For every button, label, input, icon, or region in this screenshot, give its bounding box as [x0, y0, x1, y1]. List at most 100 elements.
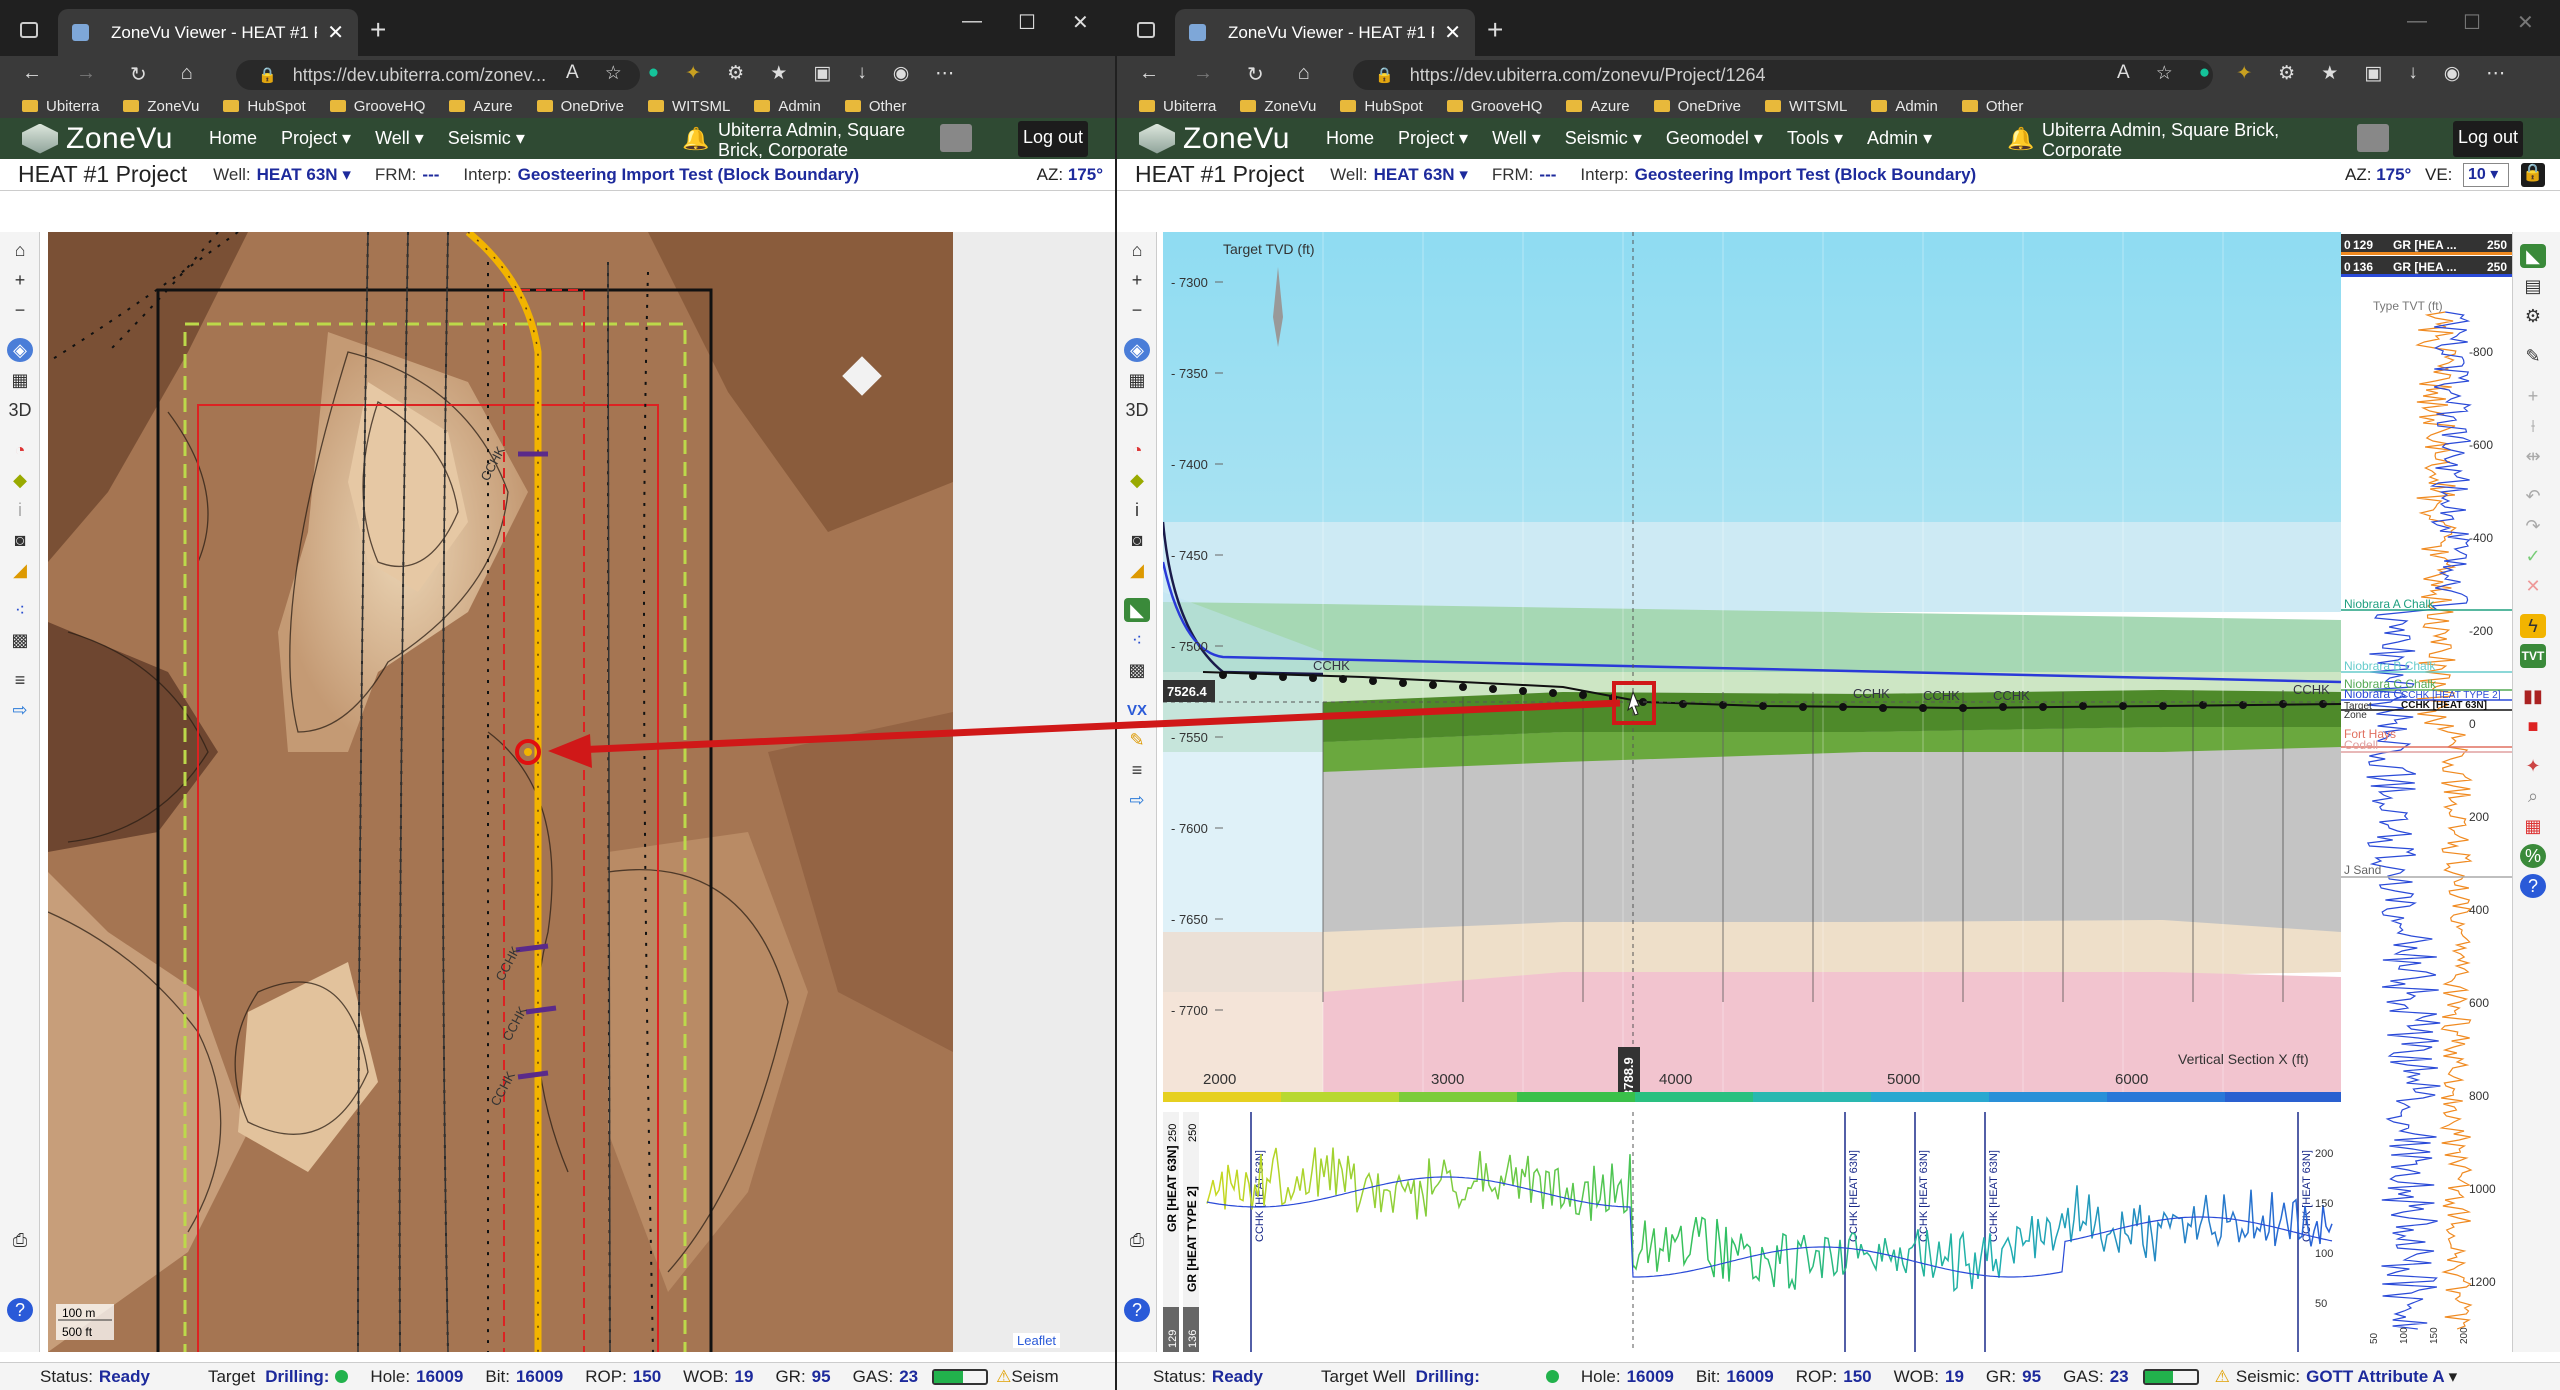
zoom-in-icon[interactable]: +: [7, 268, 33, 292]
user-name[interactable]: Ubiterra Admin, Square Brick, Corporate: [718, 120, 918, 158]
back-icon[interactable]: ←: [22, 62, 42, 87]
measure-icon[interactable]: ◔: [7, 438, 33, 462]
nav-project[interactable]: Project ▾: [1398, 128, 1468, 149]
favorite-icon[interactable]: ☆: [605, 62, 622, 85]
add-icon[interactable]: +: [2520, 384, 2546, 408]
palette-icon[interactable]: ▦: [2520, 814, 2546, 838]
favorite-icon[interactable]: ☆: [2156, 62, 2173, 85]
extension-icon[interactable]: ✦: [685, 62, 701, 85]
close-tab-icon[interactable]: ✕: [327, 20, 344, 45]
leaflet-attribution[interactable]: Leaflet: [1013, 1333, 1061, 1348]
refresh-icon[interactable]: ↻: [1247, 62, 1264, 87]
bookmark-item[interactable]: Admin: [754, 98, 821, 115]
home-view-icon[interactable]: ⌂: [7, 238, 33, 262]
favorites-bar-icon[interactable]: ★: [770, 62, 787, 85]
well-select[interactable]: HEAT 63N ▾: [1374, 165, 1468, 185]
nav-home[interactable]: Home: [1326, 128, 1374, 149]
more-icon[interactable]: ⋯: [2486, 62, 2505, 85]
help-icon[interactable]: ?: [2520, 874, 2546, 898]
bookmark-item[interactable]: OneDrive: [536, 98, 624, 115]
avatar[interactable]: [940, 124, 972, 152]
favorites-bar-icon[interactable]: ★: [2321, 62, 2338, 85]
gear-icon[interactable]: ⚙: [2520, 304, 2546, 328]
bars-icon[interactable]: ▮▮: [2520, 684, 2546, 708]
chevron-down-icon[interactable]: ▾: [2449, 1367, 2458, 1387]
back-icon[interactable]: ←: [1139, 62, 1159, 87]
bookmark-item[interactable]: Ubiterra: [22, 98, 99, 115]
downloads-icon[interactable]: ↓: [2408, 62, 2418, 85]
info-icon[interactable]: i: [7, 498, 33, 522]
zonevu-logo[interactable]: ZoneVu: [1139, 122, 1290, 156]
grammarly-icon[interactable]: ●: [648, 62, 659, 85]
home-view-icon[interactable]: ⌂: [1124, 238, 1150, 262]
more-icon[interactable]: ⋯: [935, 62, 954, 85]
nav-geomodel[interactable]: Geomodel ▾: [1666, 128, 1763, 149]
help-icon[interactable]: ?: [7, 1298, 33, 1322]
bookmark-item[interactable]: OneDrive: [1653, 98, 1741, 115]
list-icon[interactable]: ≡: [7, 668, 33, 692]
lightning-icon[interactable]: ϟ: [2520, 614, 2546, 638]
check-icon[interactable]: ✓: [2520, 544, 2546, 568]
zoom-in-icon[interactable]: +: [1124, 268, 1150, 292]
measure-icon[interactable]: ◔: [1124, 438, 1150, 462]
logout-button[interactable]: Log out: [2453, 121, 2523, 157]
nav-well[interactable]: Well ▾: [1492, 128, 1541, 149]
stop-icon[interactable]: ■: [2520, 714, 2546, 738]
wells-icon[interactable]: ⁖: [1124, 628, 1150, 652]
ruler-icon[interactable]: ◢: [1124, 558, 1150, 582]
bookmark-item[interactable]: Azure: [1566, 98, 1630, 115]
document-icon[interactable]: ▤: [2520, 274, 2546, 298]
cancel-icon[interactable]: ✕: [2520, 574, 2546, 598]
bookmark-item[interactable]: HubSpot: [1340, 98, 1423, 115]
map-view[interactable]: CCHK CCHK CCHK CCHK 100 m 500 ft: [48, 232, 953, 1352]
merge-icon[interactable]: ⇹: [2520, 444, 2546, 468]
notification-icon[interactable]: 🔔: [682, 126, 709, 152]
extension-icon[interactable]: ✦: [2236, 62, 2252, 85]
lock-view-icon[interactable]: 🔒: [2521, 163, 2545, 187]
bookmark-item[interactable]: ZoneVu: [123, 98, 199, 115]
nav-well[interactable]: Well ▾: [375, 128, 424, 149]
help-icon[interactable]: ?: [1124, 1298, 1150, 1322]
minimize-icon[interactable]: —: [2407, 10, 2427, 35]
layers-icon[interactable]: ◆: [1124, 468, 1150, 492]
new-tab-button[interactable]: +: [370, 14, 386, 46]
vx-icon[interactable]: VX: [1124, 698, 1150, 722]
bookmark-item[interactable]: GrooveHQ: [329, 98, 425, 115]
bookmark-item[interactable]: WITSML: [1764, 98, 1847, 115]
bookmark-item[interactable]: Admin: [1871, 98, 1938, 115]
ve-select[interactable]: 10 ▾: [2463, 163, 2509, 187]
grid-icon[interactable]: ▦: [1124, 368, 1150, 392]
export-icon[interactable]: ⇨: [1124, 788, 1150, 812]
bookmark-item[interactable]: Other: [1961, 98, 2023, 115]
well-select[interactable]: HEAT 63N ▾: [257, 165, 351, 185]
nav-admin[interactable]: Admin ▾: [1867, 128, 1932, 149]
print-icon[interactable]: ⎙: [1124, 1228, 1150, 1252]
profile-icon[interactable]: ◉: [893, 62, 910, 85]
downloads-icon[interactable]: ↓: [857, 62, 867, 85]
legend-name[interactable]: GR [HEA ...: [2393, 260, 2457, 274]
seismic-select[interactable]: GOTT Attribute A: [2306, 1367, 2445, 1387]
forward-icon[interactable]: →: [1193, 62, 1213, 87]
layers-icon[interactable]: ◆: [7, 468, 33, 492]
info-icon[interactable]: i: [1124, 498, 1150, 522]
ruler-icon[interactable]: ◢: [7, 558, 33, 582]
profile-icon[interactable]: ◉: [2444, 62, 2461, 85]
read-aloud-icon[interactable]: A: [566, 62, 579, 85]
image-icon[interactable]: ▩: [7, 628, 33, 652]
camera-icon[interactable]: ◙: [7, 528, 33, 552]
wells-icon[interactable]: ⁖: [7, 598, 33, 622]
nav-seismic[interactable]: Seismic ▾: [1565, 128, 1642, 149]
close-window-icon[interactable]: ✕: [1072, 10, 1089, 35]
compass-icon[interactable]: ◈: [7, 338, 33, 362]
frm-value[interactable]: ---: [1539, 165, 1556, 185]
list-icon[interactable]: ≡: [1124, 758, 1150, 782]
pencil-icon[interactable]: ✎: [1124, 728, 1150, 752]
maximize-icon[interactable]: ☐: [1018, 10, 1036, 35]
new-tab-button[interactable]: +: [1487, 14, 1503, 46]
3d-view-icon[interactable]: 3D: [1124, 398, 1150, 422]
print-icon[interactable]: ⎙: [7, 1228, 33, 1252]
browser-tab[interactable]: ZoneVu Viewer - HEAT #1 Projec ✕: [58, 9, 358, 56]
nav-home[interactable]: Home: [209, 128, 257, 149]
refresh-icon[interactable]: ↻: [130, 62, 147, 87]
user-name[interactable]: Ubiterra Admin, Square Brick, Corporate: [2042, 120, 2282, 158]
